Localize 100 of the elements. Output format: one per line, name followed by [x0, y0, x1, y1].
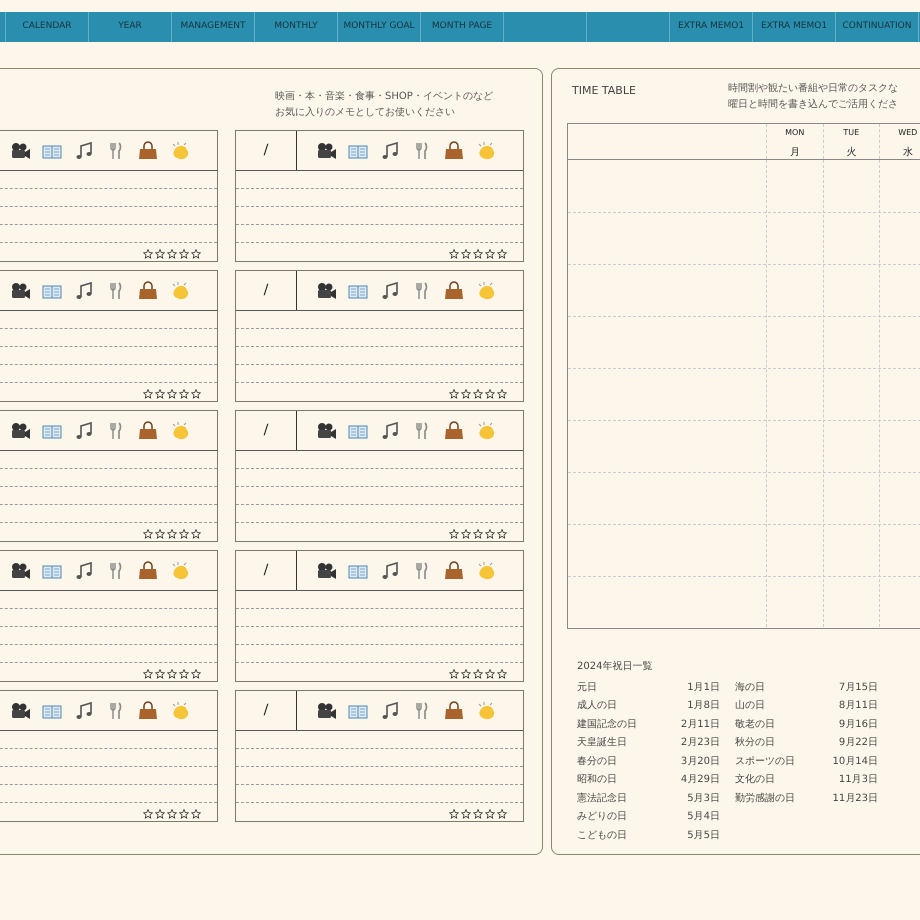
handbag-icon: [444, 700, 464, 720]
day-label: 月: [790, 146, 800, 160]
date-label: /: [264, 141, 268, 160]
star-icon: [143, 249, 153, 259]
star-icon: [485, 529, 495, 539]
star-icon: [167, 249, 177, 259]
day-label: 水: [902, 146, 913, 160]
holiday-date: 8月11日: [838, 699, 878, 714]
handbag-icon: [138, 280, 158, 300]
star-icon: [143, 529, 153, 539]
day-label: TUE: [843, 127, 860, 139]
star-icon: [461, 669, 471, 679]
holiday-list-title: 2024年祝日一覧: [577, 660, 654, 674]
handbag-icon: [444, 140, 464, 160]
holiday-name: 建国記念の日: [577, 718, 637, 732]
music-notes-icon: [380, 560, 400, 580]
star-icon: [473, 529, 483, 539]
movie-camera-icon: [10, 280, 30, 300]
music-notes-icon: [380, 140, 400, 160]
star-icon: [143, 809, 153, 819]
star-icon: [143, 389, 153, 399]
date-label: /: [264, 561, 268, 580]
day-label: MON: [785, 127, 804, 139]
holiday-name: スポーツの日: [735, 754, 795, 769]
star-icon: [473, 669, 483, 679]
star-icon: [167, 809, 177, 819]
holiday-date: 2月23日: [680, 736, 720, 750]
day-label: 火: [846, 146, 856, 160]
star-icon: [191, 529, 201, 539]
movie-camera-icon: [10, 140, 30, 160]
movie-camera-icon: [10, 700, 30, 720]
star-icon: [143, 669, 153, 679]
star-icon: [497, 809, 507, 819]
holiday-name: みどりの日: [577, 810, 627, 824]
holiday-name: 春分の日: [577, 754, 617, 769]
holiday-name: 文化の日: [735, 772, 775, 788]
music-notes-icon: [74, 560, 94, 580]
star-icon: [485, 249, 495, 259]
star-icon: [191, 809, 201, 819]
star-icon: [449, 249, 459, 259]
star-icon: [167, 389, 177, 399]
holiday-date: 10月14日: [832, 754, 878, 769]
holiday-date: 7月15日: [838, 680, 878, 695]
star-icon: [497, 529, 507, 539]
movie-camera-icon: [10, 560, 30, 580]
handbag-icon: [444, 420, 464, 440]
holiday-name: 昭和の日: [577, 772, 617, 788]
handbag-icon: [138, 140, 158, 160]
star-icon: [485, 809, 495, 819]
star-icon: [473, 249, 483, 259]
star-icon: [461, 249, 471, 259]
timetable-note: 時間割や観たい番組や日常のタスクな: [728, 82, 898, 96]
date-label: /: [264, 281, 268, 300]
star-icon: [155, 529, 165, 539]
star-icon: [179, 389, 189, 399]
holiday-date: 1月8日: [687, 699, 720, 714]
memo-note: お気に入りのメモとしてお使いください: [275, 106, 456, 120]
movie-camera-icon: [316, 560, 336, 580]
star-icon: [485, 669, 495, 679]
handbag-icon: [138, 560, 158, 580]
star-icon: [461, 809, 471, 819]
music-notes-icon: [74, 700, 94, 720]
star-icon: [179, 669, 189, 679]
star-icon: [461, 389, 471, 399]
memo-note: 映画・本・音楽・食事・SHOP・イベントのなど: [275, 90, 494, 104]
holiday-name: 成人の日: [577, 698, 617, 714]
movie-camera-icon: [316, 140, 336, 160]
holiday-date: 5月4日: [687, 810, 720, 824]
holiday-date: 11月3日: [838, 773, 878, 788]
holiday-name: こどもの日: [577, 828, 627, 843]
holiday-name: 勤労感謝の日: [735, 792, 795, 806]
movie-camera-icon: [316, 280, 336, 300]
movie-camera-icon: [316, 420, 336, 440]
timetable-note: 曜日と時間を書き込んでご活用くださ: [728, 98, 898, 112]
day-label: WED: [898, 127, 918, 139]
handbag-icon: [138, 420, 158, 440]
holiday-name: 元日: [577, 680, 597, 695]
handbag-icon: [138, 700, 158, 720]
star-icon: [155, 249, 165, 259]
holiday-date: 2月11日: [680, 718, 720, 732]
star-icon: [191, 669, 201, 679]
holiday-date: 5月5日: [687, 828, 720, 843]
star-icon: [497, 249, 507, 259]
movie-camera-icon: [316, 700, 336, 720]
star-icon: [449, 809, 459, 819]
star-icon: [461, 529, 471, 539]
holiday-name: 山の日: [735, 698, 765, 714]
star-icon: [497, 389, 507, 399]
timetable-title: TIME TABLE: [571, 83, 637, 99]
star-icon: [155, 669, 165, 679]
music-notes-icon: [380, 280, 400, 300]
star-icon: [179, 249, 189, 259]
holiday-date: 5月3日: [687, 792, 720, 806]
holiday-name: 敬老の日: [735, 718, 775, 732]
music-notes-icon: [74, 140, 94, 160]
star-icon: [449, 389, 459, 399]
star-icon: [473, 389, 483, 399]
star-icon: [485, 389, 495, 399]
holiday-date: 9月16日: [838, 718, 878, 732]
handbag-icon: [444, 280, 464, 300]
